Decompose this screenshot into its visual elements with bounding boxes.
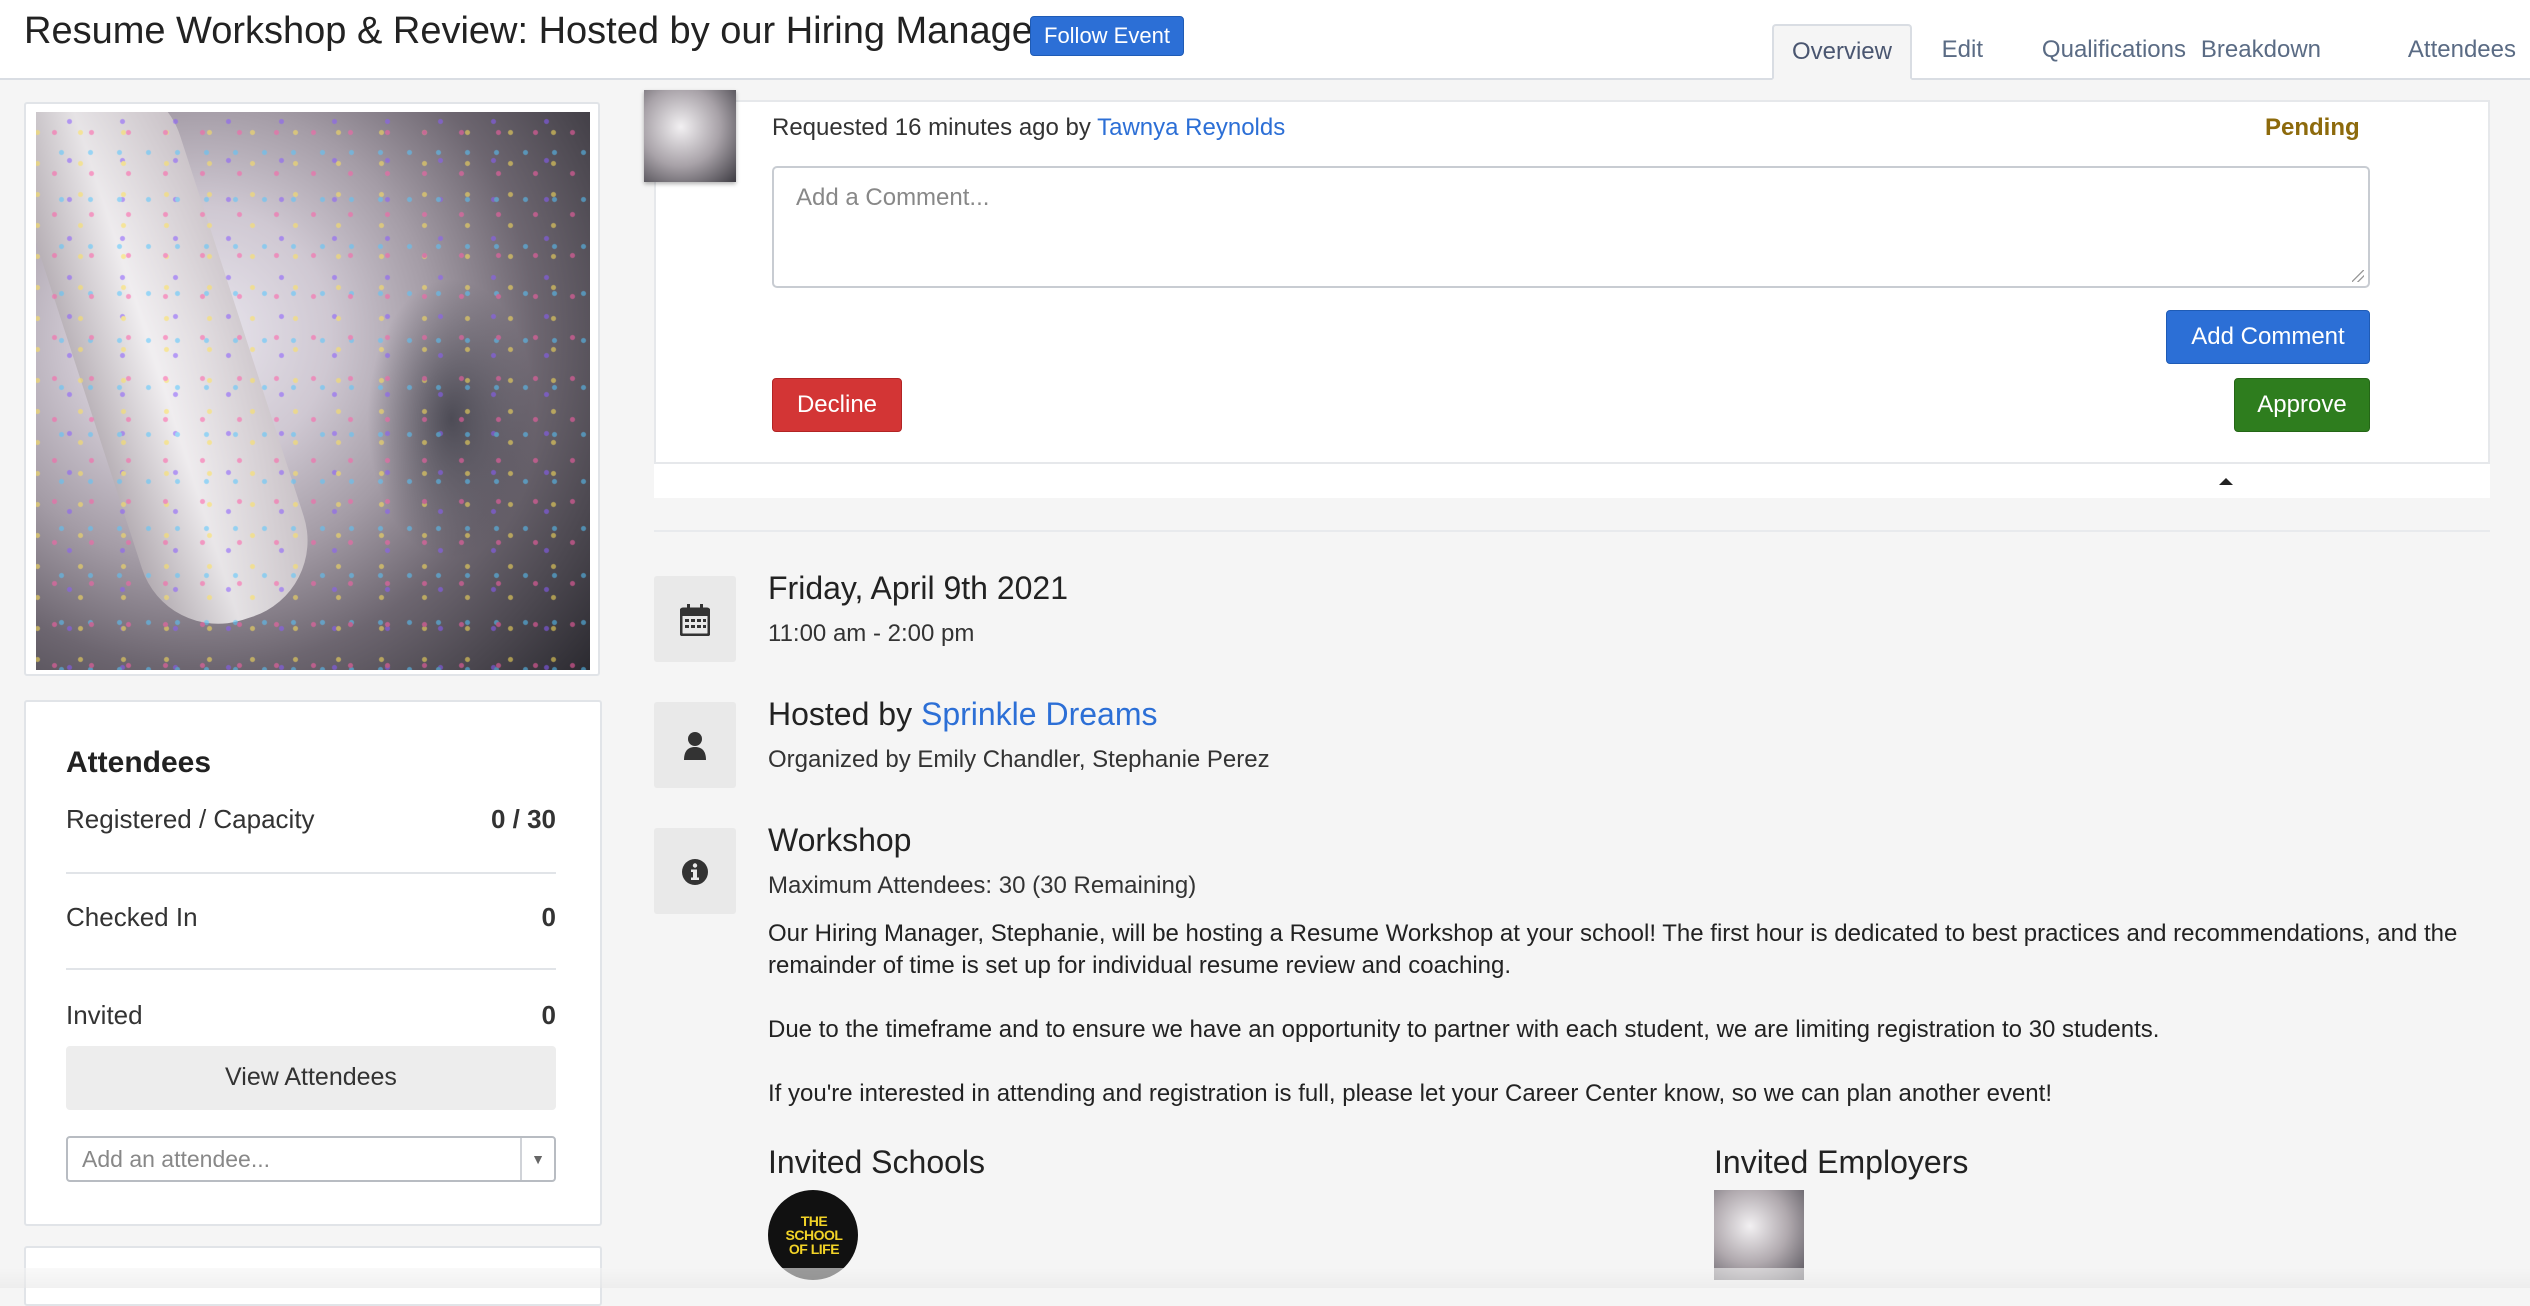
status-badge: Pending bbox=[2265, 114, 2360, 141]
event-photo bbox=[36, 112, 590, 670]
requester-link[interactable]: Tawnya Reynolds bbox=[1097, 114, 1285, 141]
checked-in-label: Checked In bbox=[66, 902, 198, 932]
invited-value: 0 bbox=[541, 1000, 556, 1030]
collapse-toggle[interactable] bbox=[654, 462, 2490, 498]
host-link[interactable]: Sprinkle Dreams bbox=[921, 696, 1158, 732]
divider bbox=[66, 872, 556, 874]
description-paragraph: If you're interested in attending and re… bbox=[768, 1080, 2052, 1107]
school-logo[interactable]: THE SCHOOL OF LIFE bbox=[768, 1190, 858, 1280]
decline-button[interactable]: Decline bbox=[772, 378, 902, 432]
employer-logo[interactable] bbox=[1714, 1190, 1804, 1280]
checked-in-row: Checked In 0 bbox=[66, 902, 556, 942]
resize-handle-icon[interactable] bbox=[2352, 270, 2364, 282]
chevron-down-icon[interactable]: ▼ bbox=[520, 1138, 554, 1180]
school-logo-text: THE SCHOOL OF LIFE bbox=[785, 1213, 843, 1257]
divider bbox=[66, 968, 556, 970]
registered-value: 0 / 30 bbox=[490, 804, 556, 834]
calendar-icon bbox=[680, 604, 710, 636]
bottom-shadow bbox=[0, 1268, 2530, 1288]
organizers: Organized by Emily Chandler, Stephanie P… bbox=[768, 746, 1270, 773]
attendees-card: Attendees Registered / Capacity 0 / 30 C… bbox=[24, 700, 602, 1226]
add-attendee-select[interactable]: Add an attendee... ▼ bbox=[66, 1136, 556, 1182]
view-attendees-button[interactable]: View Attendees bbox=[66, 1046, 556, 1110]
description-paragraph: Our Hiring Manager, Stephanie, will be h… bbox=[768, 920, 2458, 979]
max-attendees: Maximum Attendees: 30 (30 Remaining) bbox=[768, 872, 1197, 899]
invited-employers-heading: Invited Employers bbox=[1714, 1144, 1969, 1180]
hosted-prefix: Hosted by bbox=[768, 696, 921, 732]
add-attendee-placeholder: Add an attendee... bbox=[82, 1146, 270, 1172]
invited-schools-heading: Invited Schools bbox=[768, 1144, 986, 1180]
registered-label: Registered / Capacity bbox=[66, 804, 315, 834]
add-comment-button[interactable]: Add Comment bbox=[2166, 310, 2370, 364]
requester-avatar bbox=[644, 90, 736, 182]
attendees-heading: Attendees bbox=[66, 746, 212, 779]
follow-event-button[interactable]: Follow Event bbox=[1030, 16, 1184, 56]
user-icon-box bbox=[654, 702, 736, 788]
approve-button[interactable]: Approve bbox=[2234, 378, 2370, 432]
calendar-icon-box bbox=[654, 576, 736, 662]
tab-breakdown[interactable]: Breakdown bbox=[2201, 24, 2321, 80]
divider bbox=[654, 530, 2490, 532]
tab-overview[interactable]: Overview bbox=[1771, 24, 1912, 80]
hosted-by: Hosted by Sprinkle Dreams bbox=[768, 696, 1157, 733]
event-time: 11:00 am - 2:00 pm bbox=[768, 620, 975, 647]
page-title: Resume Workshop & Review: Hosted by our … bbox=[24, 10, 1057, 52]
request-prefix: Requested 16 minutes ago by bbox=[772, 114, 1098, 141]
event-date: Friday, April 9th 2021 bbox=[768, 570, 1069, 606]
caret-up-icon bbox=[2219, 478, 2233, 485]
tab-qualifications[interactable]: Qualifications bbox=[2042, 24, 2186, 80]
user-icon bbox=[684, 732, 706, 760]
checked-in-value: 0 bbox=[541, 902, 556, 932]
event-photo-card bbox=[24, 102, 600, 676]
description-paragraph: Due to the timeframe and to ensure we ha… bbox=[768, 1016, 2160, 1043]
request-info: Requested 16 minutes ago by Tawnya Reyno… bbox=[772, 114, 1285, 142]
event-type: Workshop bbox=[768, 822, 912, 858]
registered-row: Registered / Capacity 0 / 30 bbox=[66, 804, 556, 844]
invited-row: Invited 0 bbox=[66, 1000, 556, 1040]
info-icon-box bbox=[654, 828, 736, 914]
event-header: Resume Workshop & Review: Hosted by our … bbox=[0, 0, 2530, 80]
info-icon bbox=[682, 859, 708, 885]
comment-placeholder: Add a Comment... bbox=[796, 184, 990, 211]
tab-edit[interactable]: Edit bbox=[1942, 24, 1983, 80]
request-panel bbox=[654, 100, 2490, 498]
comment-input[interactable]: Add a Comment... bbox=[772, 166, 2370, 288]
invited-label: Invited bbox=[66, 1000, 143, 1030]
tab-attendees[interactable]: Attendees bbox=[2408, 24, 2516, 80]
